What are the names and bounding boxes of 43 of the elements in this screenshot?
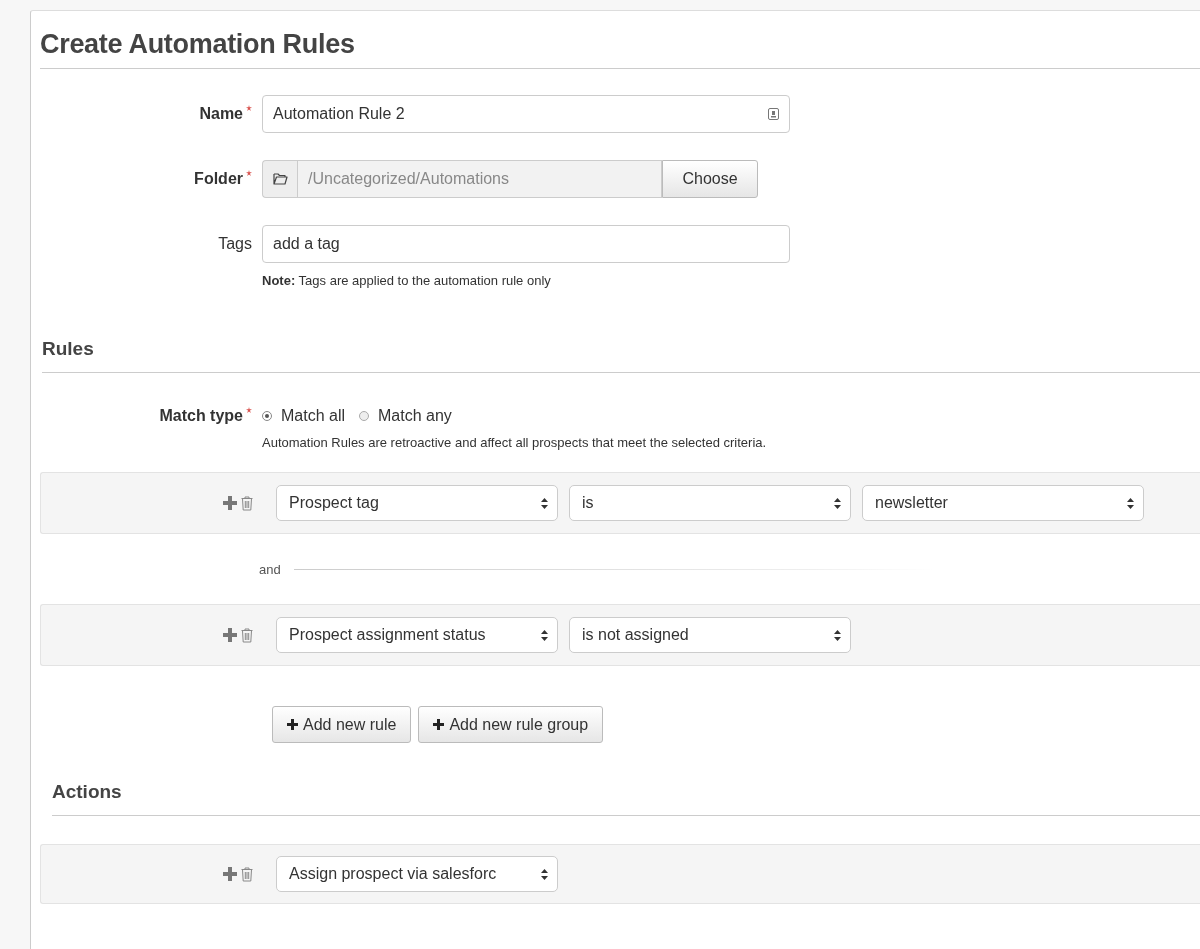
section-heading: Rules — [42, 338, 1200, 373]
trash-icon[interactable] — [241, 495, 253, 511]
criteria-dropdown[interactable]: Prospect tag — [276, 485, 558, 521]
field-label: Name — [199, 105, 243, 123]
required-mark-icon — [246, 170, 252, 176]
add-icon[interactable] — [223, 628, 237, 642]
match-description: Automation Rules are retroactive and affect all prospects that meet the selected criteria. — [262, 435, 767, 450]
folder-path-field: /Uncategorized/Automations — [297, 160, 662, 198]
trash-icon[interactable] — [241, 866, 253, 882]
up-down-caret-icon — [834, 629, 841, 641]
up-down-caret-icon — [541, 868, 548, 880]
section-heading: Actions — [52, 781, 1200, 816]
up-down-caret-icon — [834, 497, 841, 509]
match-radio[interactable]: Match any — [359, 407, 452, 425]
required-mark-icon — [246, 407, 252, 413]
required-mark-icon — [246, 105, 252, 111]
plus-icon — [433, 719, 445, 730]
up-down-caret-icon — [1127, 497, 1134, 509]
choose-button[interactable]: Choose — [662, 160, 758, 198]
add-button[interactable]: Add new rule — [272, 706, 412, 743]
criteria-dropdown[interactable]: is not assigned — [569, 617, 851, 653]
plus-icon — [287, 719, 298, 730]
and-connector: and — [259, 561, 281, 577]
action-dropdown[interactable]: Assign prospect via salesforc — [276, 856, 558, 892]
add-icon[interactable] — [223, 496, 237, 510]
tags-note: Note: Tags are applied to the automation rule only — [262, 273, 552, 288]
criteria-dropdown[interactable]: is — [569, 485, 851, 521]
criteria-dropdown[interactable]: Prospect assignment status — [276, 617, 558, 653]
name-field[interactable]: Automation Rule 2 — [262, 95, 790, 133]
add-icon[interactable] — [223, 867, 237, 881]
folder-icon — [272, 173, 288, 185]
up-down-caret-icon — [541, 497, 548, 509]
tags-field[interactable]: add a tag — [262, 225, 790, 263]
match-radio[interactable]: Match all — [262, 407, 346, 425]
page-title: Create Automation Rules — [40, 29, 1200, 69]
add-button[interactable]: Add new rule group — [418, 706, 604, 743]
criteria-dropdown[interactable]: newsletter — [862, 485, 1144, 521]
field-label: Match type — [159, 407, 243, 425]
trash-icon[interactable] — [241, 627, 253, 643]
contact-card-icon — [768, 108, 779, 120]
field-label: Tags — [218, 235, 252, 253]
field-label: Folder — [194, 170, 243, 188]
up-down-caret-icon — [541, 629, 548, 641]
